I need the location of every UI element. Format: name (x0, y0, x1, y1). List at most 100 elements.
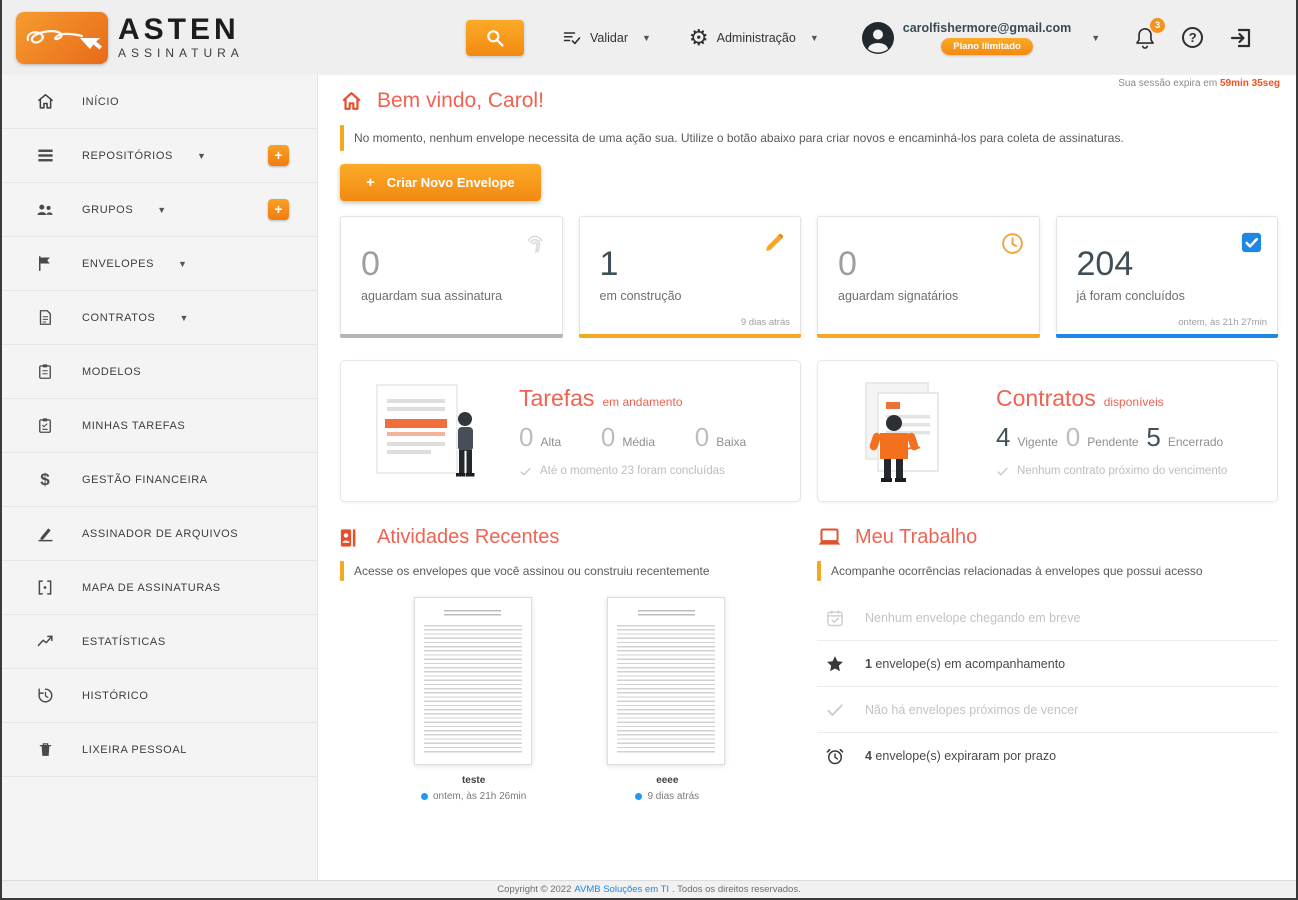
brand-subtitle: ASSINATURA (118, 46, 244, 60)
notice-accent-bar (340, 125, 344, 151)
worklist-item-following[interactable]: 1 envelope(s) em acompanhamento (817, 641, 1278, 687)
sidebar-item-envelopes[interactable]: ENVELOPES ▼ (2, 237, 317, 291)
stat-value: 1 (599, 245, 619, 283)
sidebar-item-label: MINHAS TAREFAS (82, 419, 186, 432)
stat-card-em-construcao[interactable]: 1 em construção 9 dias atrás (578, 216, 801, 338)
sidebar-item-inicio[interactable]: INÍCIO (2, 75, 317, 129)
sidebar-nav: INÍCIO REPOSITÓRIOS ▼ + GRUPOS ▼ + ENVEL… (2, 75, 318, 898)
search-button[interactable] (466, 19, 524, 56)
home-icon (340, 90, 363, 112)
sidebar-item-contratos[interactable]: CONTRATOS ▼ (2, 291, 317, 345)
stat-card-aguardam-signatarios[interactable]: 0 aguardam signatários (817, 216, 1040, 338)
contratos-encerrado-value: 5 (1146, 421, 1161, 452)
sidebar-item-label: ASSINADOR DE ARQUIVOS (82, 527, 239, 540)
worklist-item-expiring: Não há envelopes próximos de vencer (817, 687, 1278, 733)
envelope-thumbnail[interactable]: teste ontem, às 21h 26min (413, 597, 534, 802)
worklist-text: envelope(s) expiraram por prazo (871, 749, 1057, 763)
create-envelope-button[interactable]: + Criar Novo Envelope (340, 164, 541, 201)
company-link[interactable]: AVMB Soluções em TI (574, 884, 669, 895)
chevron-down-icon: ▼ (809, 32, 819, 43)
envelope-name: eeee (656, 775, 679, 786)
stat-card-concluidos[interactable]: 204 já foram concluídos ontem, às 21h 27… (1055, 216, 1278, 338)
account-menu[interactable]: carolfishermore@gmail.com Plano Ilimitad… (861, 21, 1100, 55)
add-repository-button[interactable]: + (268, 145, 289, 166)
worklist-item-expired[interactable]: 4 envelope(s) expiraram por prazo (817, 733, 1278, 779)
logo-signature-icon (16, 11, 108, 64)
plus-icon: + (366, 174, 375, 191)
logout-button[interactable] (1229, 26, 1253, 50)
stat-value: 0 (361, 245, 380, 283)
validar-menu[interactable]: Validar ▼ (562, 28, 651, 48)
map-icon (34, 578, 56, 597)
section-accent-bar (817, 561, 821, 581)
pen-icon (34, 524, 56, 543)
app-logo[interactable]: ASTEN ASSINATURA (16, 11, 316, 64)
administracao-menu[interactable]: ⚙ Administração ▼ (688, 24, 819, 50)
add-group-button[interactable]: + (268, 199, 289, 220)
gear-icon: ⚙ (688, 24, 709, 50)
top-header: ASTEN ASSINATURA Validar ▼ ⚙ Administraç… (2, 0, 1296, 75)
envelope-thumbnail[interactable]: eeee 9 dias atrás (607, 597, 727, 802)
sidebar-item-lixeira-pessoal[interactable]: LIXEIRA PESSOAL (2, 723, 317, 777)
chevron-down-icon: ▼ (1091, 32, 1101, 43)
stats-icon (34, 632, 56, 651)
worklist-count: 1 (865, 656, 872, 671)
administracao-label: Administração (716, 30, 796, 45)
sidebar-item-assinador-de-arquivos[interactable]: ASSINADOR DE ARQUIVOS (2, 507, 317, 561)
sidebar-item-minhas-tarefas[interactable]: MINHAS TAREFAS (2, 399, 317, 453)
search-icon (485, 28, 505, 48)
contratos-card[interactable]: Contratos disponíveis 4 Vigente 0 Pendente… (817, 360, 1278, 502)
sidebar-item-modelos[interactable]: MODELOS (2, 345, 317, 399)
sidebar-item-label: INÍCIO (82, 95, 120, 108)
sidebar-item-mapa-de-assinaturas[interactable]: MAPA DE ASSINATURAS (2, 561, 317, 615)
contratos-vigente-value: 4 (996, 421, 1011, 452)
sidebar-item-repositorios[interactable]: REPOSITÓRIOS ▼ + (2, 129, 317, 183)
copyright-prefix: Copyright © 2022 (497, 884, 572, 895)
sidebar-item-label: CONTRATOS (82, 311, 156, 324)
status-dot (635, 793, 643, 800)
tasks-illustration (341, 375, 519, 487)
validate-list-icon (562, 28, 582, 48)
contracts-illustration (818, 375, 996, 487)
trash-icon (34, 740, 56, 759)
contratos-pendente-value: 0 (1065, 421, 1081, 452)
plan-badge: Plano Ilimitado (941, 37, 1033, 55)
help-button[interactable]: ? (1182, 27, 1204, 48)
laptop-icon (817, 527, 842, 548)
sidebar-item-grupos[interactable]: GRUPOS ▼ + (2, 183, 317, 237)
notice-text: No momento, nenhum envelope necessita de… (354, 131, 1124, 145)
worklist-item-upcoming: Nenhum envelope chegando em breve (817, 595, 1278, 641)
calendar-icon (825, 608, 845, 628)
main-content: Sua sessão expira em 59min 35seg Bem vin… (318, 75, 1296, 880)
notifications-button[interactable]: 3 (1134, 17, 1166, 50)
contratos-footer-note: Nenhum contrato próximo do vencimento (1017, 465, 1228, 477)
sidebar-item-estatisticas[interactable]: ESTATÍSTICAS (2, 615, 317, 669)
stat-label: em construção (599, 289, 682, 303)
sidebar-item-historico[interactable]: HISTÓRICO (2, 669, 317, 723)
star-icon (825, 654, 845, 674)
section-subtitle: Acompanhe ocorrências relacionadas à env… (831, 564, 1203, 578)
history-icon (34, 686, 56, 705)
checkbox-icon (1240, 231, 1263, 254)
brand-name: ASTEN (118, 13, 240, 46)
tarefas-card[interactable]: Tarefas em andamento 0 Alta 0 Média 0 Baixa… (340, 360, 801, 502)
home-icon (34, 92, 56, 111)
chevron-down-icon: ▼ (179, 312, 189, 323)
stat-timestamp: ontem, às 21h 27min (1178, 317, 1267, 328)
stat-card-aguardam-assinatura[interactable]: 0 aguardam sua assinatura (340, 216, 563, 338)
section-title: Meu Trabalho (855, 526, 978, 548)
chevron-down-icon: ▼ (157, 204, 167, 215)
validar-label: Validar (590, 30, 628, 45)
worklist-text: Não há envelopes próximos de vencer (865, 702, 1079, 717)
check-icon (996, 465, 1009, 478)
sidebar-item-gestao-financeira[interactable]: $ GESTÃO FINANCEIRA (2, 453, 317, 507)
document-preview (413, 597, 532, 765)
tarefas-footer-note: Até o momento 23 foram concluídas (540, 465, 725, 477)
tarefas-alta-label: Alta (540, 434, 562, 449)
address-card-icon (340, 528, 364, 548)
document-preview (607, 597, 726, 765)
tasks-icon (34, 416, 56, 435)
copyright-suffix: . Todos os direitos reservados. (672, 884, 801, 895)
flag-icon (34, 254, 56, 273)
sidebar-item-label: ESTATÍSTICAS (82, 635, 166, 648)
